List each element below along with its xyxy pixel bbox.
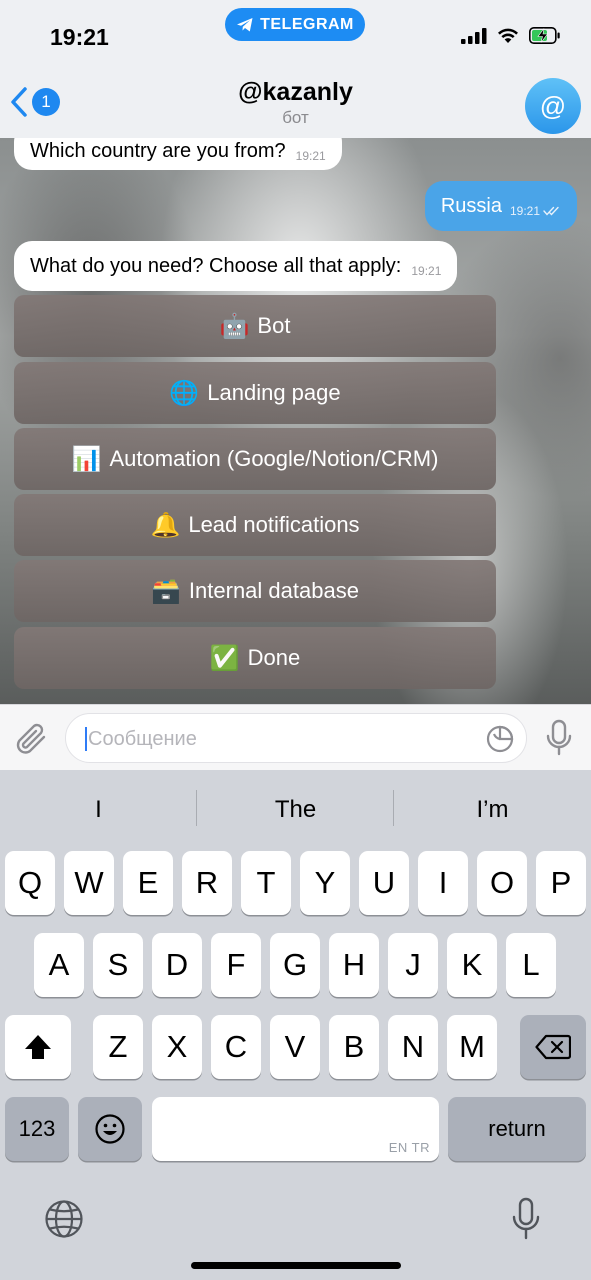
numbers-key[interactable]: 123: [5, 1097, 69, 1161]
bell-icon: 🔔: [150, 511, 181, 539]
chat-area[interactable]: Which country are you from? 19:21 Russia…: [0, 138, 591, 704]
battery-charging-icon: [529, 27, 560, 44]
key-k[interactable]: K: [447, 933, 497, 997]
inline-button-label: Lead notifications: [188, 512, 360, 537]
chat-header: 1 @kazanly бот @: [0, 72, 591, 138]
key-o[interactable]: O: [477, 851, 527, 915]
inline-button-label: Internal database: [188, 578, 359, 603]
message-text: What do you need? Choose all that apply:: [30, 254, 402, 277]
space-key[interactable]: EN TR: [152, 1097, 439, 1161]
card-file-box-icon: 🗃️: [151, 577, 181, 605]
chat-title-area[interactable]: @kazanly бот: [0, 78, 591, 128]
key-u[interactable]: U: [359, 851, 409, 915]
inline-button-label: Done: [247, 645, 301, 670]
key-f[interactable]: F: [211, 933, 261, 997]
suggestion-2[interactable]: The: [197, 790, 394, 830]
message-input-bar: Сообщение: [0, 704, 591, 770]
backspace-key[interactable]: [520, 1015, 586, 1079]
inline-button-label: Automation (Google/Notion/CRM): [109, 446, 439, 471]
inline-button-bot[interactable]: 🤖 Bot: [14, 295, 496, 357]
emoji-key[interactable]: [78, 1097, 142, 1161]
chat-title: @kazanly: [238, 78, 353, 106]
shift-arrow-icon: [25, 1035, 51, 1059]
bot-avatar[interactable]: @: [525, 78, 581, 134]
key-z[interactable]: Z: [93, 1015, 143, 1079]
key-y[interactable]: Y: [300, 851, 350, 915]
key-i[interactable]: I: [418, 851, 468, 915]
return-key[interactable]: return: [448, 1097, 586, 1161]
message-incoming[interactable]: Which country are you from? 19:21: [14, 138, 342, 170]
key-l[interactable]: L: [506, 933, 556, 997]
double-check-icon: [543, 206, 559, 216]
microphone-icon[interactable]: [545, 719, 573, 757]
key-t[interactable]: T: [241, 851, 291, 915]
key-w[interactable]: W: [64, 851, 114, 915]
space-language-label: EN TR: [388, 1140, 430, 1155]
key-h[interactable]: H: [329, 933, 379, 997]
suggestion-1[interactable]: I: [0, 790, 197, 830]
dictation-microphone-icon[interactable]: [511, 1197, 541, 1241]
key-b[interactable]: B: [329, 1015, 379, 1079]
chat-subtitle: бот: [282, 108, 309, 127]
bar-chart-icon: 📊: [71, 445, 102, 473]
globe-icon: 🌐: [169, 379, 200, 407]
text-caret: [85, 727, 87, 751]
globe-keyboard-switch-icon[interactable]: [44, 1199, 84, 1239]
message-time: 19:21: [295, 149, 326, 163]
key-d[interactable]: D: [152, 933, 202, 997]
inline-button-done[interactable]: ✅ Done: [14, 627, 496, 689]
home-indicator[interactable]: [191, 1262, 401, 1269]
key-g[interactable]: G: [270, 933, 320, 997]
key-m[interactable]: M: [447, 1015, 497, 1079]
key-a[interactable]: A: [34, 933, 84, 997]
backspace-icon: [535, 1034, 571, 1060]
message-incoming[interactable]: What do you need? Choose all that apply:…: [14, 241, 458, 291]
inline-button-lead-notifications[interactable]: 🔔 Lead notifications: [14, 494, 496, 556]
telegram-pill-label: TELEGRAM: [260, 15, 354, 33]
key-c[interactable]: C: [211, 1015, 261, 1079]
message-time: 19:21: [509, 204, 540, 218]
inline-button-automation[interactable]: 📊 Automation (Google/Notion/CRM): [14, 428, 496, 490]
key-e[interactable]: E: [123, 851, 173, 915]
check-mark-icon: ✅: [209, 644, 240, 672]
status-bar: 19:21 TELEGRAM: [0, 0, 591, 72]
inline-button-label: Bot: [257, 313, 291, 338]
key-x[interactable]: X: [152, 1015, 202, 1079]
inline-button-label: Landing page: [207, 380, 341, 405]
inline-button-internal-database[interactable]: 🗃️ Internal database: [14, 560, 496, 622]
message-input[interactable]: Сообщение: [65, 713, 527, 763]
message-text: Russia: [440, 194, 502, 217]
message-text: Which country are you from?: [30, 139, 286, 162]
telegram-icon: [237, 17, 253, 31]
key-j[interactable]: J: [388, 933, 438, 997]
key-s[interactable]: S: [93, 933, 143, 997]
suggestion-3[interactable]: I’m: [394, 790, 591, 830]
emoji-smiley-icon: [95, 1114, 125, 1144]
shift-key[interactable]: [5, 1015, 71, 1079]
key-p[interactable]: P: [536, 851, 586, 915]
message-outgoing[interactable]: Russia 19:21: [424, 181, 577, 231]
key-v[interactable]: V: [270, 1015, 320, 1079]
message-time: 19:21: [411, 264, 442, 278]
status-icons: [461, 27, 561, 44]
inline-button-landing-page[interactable]: 🌐 Landing page: [14, 362, 496, 424]
message-input-placeholder: Сообщение: [88, 728, 197, 750]
telegram-pill[interactable]: TELEGRAM: [225, 8, 365, 41]
status-time: 19:21: [50, 24, 109, 50]
key-q[interactable]: Q: [5, 851, 55, 915]
sticker-icon[interactable]: [486, 725, 514, 753]
wifi-icon: [498, 28, 518, 43]
cellular-signal-icon: [461, 27, 487, 44]
keyboard: I The I’m Q W E R T Y U I O P A S D F G …: [0, 770, 591, 1280]
robot-icon: 🤖: [219, 312, 250, 340]
paperclip-icon[interactable]: [14, 720, 50, 758]
key-n[interactable]: N: [388, 1015, 438, 1079]
message-meta: 19:21: [510, 204, 561, 218]
key-r[interactable]: R: [182, 851, 232, 915]
